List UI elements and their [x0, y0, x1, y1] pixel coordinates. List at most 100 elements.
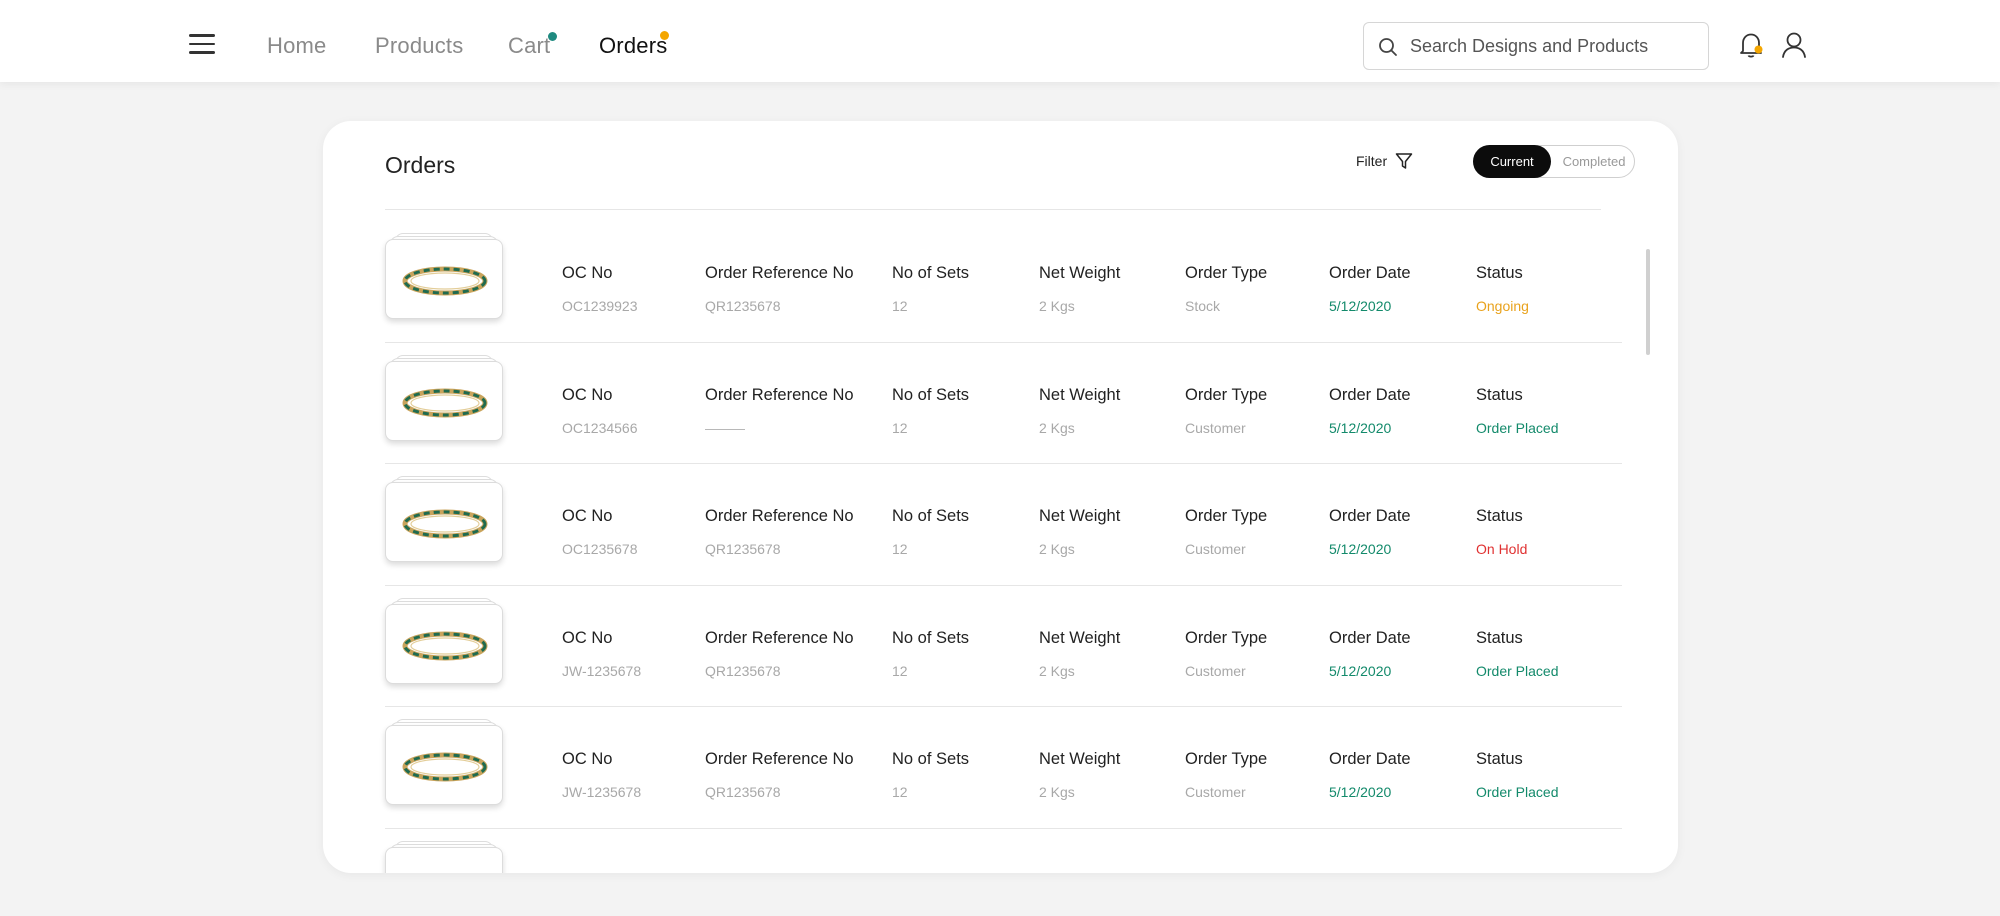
orders-list: OC No OC1239923 Order Reference No QR12356… [385, 221, 1622, 873]
sets-label: No of Sets [892, 385, 970, 404]
net-weight-value: 2 Kgs [1039, 662, 1075, 679]
search-box[interactable] [1363, 22, 1709, 70]
toggle-current[interactable]: Current [1473, 145, 1551, 178]
oc-no-value: OC1235678 [562, 541, 638, 557]
hamburger-menu-icon[interactable] [189, 34, 215, 56]
status-label: Status [1476, 264, 1523, 282]
top-navigation-bar: Home Products Cart Orders [0, 0, 2000, 82]
status-badge: Order Placed [1476, 419, 1559, 436]
order-type-label: Order Type [1185, 628, 1268, 647]
order-row[interactable]: OC No OC1235678 Order Reference No QR12356… [385, 464, 1622, 586]
filter-button[interactable]: Filter [1356, 152, 1413, 170]
order-ref-value: QR1235678 [705, 298, 781, 314]
oc-no-label: OC No [562, 628, 613, 647]
scrollbar-thumb[interactable] [1646, 249, 1650, 355]
order-row[interactable]: OC No OC1234566 Order Reference No No of … [385, 343, 1622, 464]
oc-no-value: JW-1235678 [562, 662, 642, 679]
bell-icon [1740, 33, 1763, 58]
net-weight-value: 2 Kgs [1039, 419, 1075, 436]
bangle-icon [402, 631, 488, 660]
order-ref-label: Order Reference No [705, 385, 854, 404]
order-date-label: Order Date [1329, 264, 1411, 282]
net-weight-value: 2 Kgs [1039, 298, 1075, 314]
order-type-value: Stock [1185, 298, 1221, 314]
order-row[interactable]: OC No Order Reference No No of Sets Net … [385, 829, 1622, 874]
status-badge: On Hold [1476, 541, 1528, 557]
product-thumbnail [385, 719, 503, 805]
page-title: Orders [385, 152, 456, 178]
status-label: Status [1476, 750, 1523, 768]
header-divider [385, 209, 1601, 210]
order-type-value: Customer [1185, 419, 1246, 436]
notifications-button[interactable] [1738, 31, 1764, 64]
net-weight-value: 2 Kgs [1039, 541, 1075, 557]
order-type-value: Customer [1185, 541, 1246, 557]
nav-link-cart[interactable]: Cart [508, 33, 550, 59]
sets-label: No of Sets [892, 507, 970, 525]
order-ref-empty-dash [705, 428, 745, 430]
bangle-icon [402, 266, 488, 296]
product-thumbnail [385, 354, 503, 441]
user-profile-button[interactable] [1781, 31, 1807, 64]
nav-link-home[interactable]: Home [267, 33, 327, 59]
user-icon [1782, 32, 1806, 58]
order-date-label: Order Date [1329, 750, 1411, 768]
order-type-value: Customer [1185, 662, 1246, 679]
oc-no-value: OC1234566 [562, 419, 638, 436]
order-ref-label: Order Reference No [705, 750, 854, 768]
oc-no-value: OC1239923 [562, 298, 638, 314]
product-thumbnail [385, 233, 503, 319]
net-weight-label: Net Weight [1039, 872, 1120, 874]
nav-link-orders[interactable]: Orders [599, 33, 667, 59]
net-weight-label: Net Weight [1039, 507, 1121, 525]
cart-badge-dot [548, 32, 557, 41]
current-completed-toggle[interactable]: Current Completed [1473, 145, 1635, 178]
order-row[interactable]: OC No OC1239923 Order Reference No QR12356… [385, 221, 1622, 343]
sets-label: No of Sets [892, 750, 970, 768]
order-type-label: Order Type [1185, 750, 1268, 768]
toggle-completed[interactable]: Completed [1554, 145, 1634, 178]
order-ref-label: Order Reference No [705, 264, 854, 282]
oc-no-value: JW-1235678 [562, 784, 642, 800]
net-weight-value: 2 Kgs [1039, 784, 1075, 800]
status-badge: Order Placed [1476, 784, 1559, 800]
oc-no-label: OC No [562, 872, 612, 874]
order-type-label: Order Type [1185, 872, 1267, 874]
net-weight-label: Net Weight [1039, 750, 1121, 768]
sets-value: 12 [892, 662, 908, 679]
search-input[interactable] [1410, 33, 1700, 59]
oc-no-label: OC No [562, 385, 613, 404]
order-ref-label: Order Reference No [705, 872, 854, 874]
order-date-value: 5/12/2020 [1329, 541, 1392, 557]
bangle-icon [400, 872, 490, 874]
oc-no-label: OC No [562, 750, 613, 768]
bangle-icon [402, 388, 488, 417]
product-thumbnail [385, 476, 503, 562]
net-weight-label: Net Weight [1039, 264, 1121, 282]
status-label: Status [1476, 385, 1523, 404]
order-row[interactable]: OC No JW-1235678 Order Reference No QR1235… [385, 707, 1622, 829]
filter-funnel-icon [1395, 153, 1413, 169]
order-ref-label: Order Reference No [705, 628, 854, 647]
net-weight-label: Net Weight [1039, 385, 1121, 404]
orders-card: Orders Filter Current Completed OC No OC1… [323, 121, 1678, 873]
order-ref-value: QR1235678 [705, 541, 781, 557]
oc-no-label: OC No [562, 264, 613, 282]
sets-label: No of Sets [892, 872, 969, 874]
order-date-value: 5/12/2020 [1329, 419, 1392, 436]
sets-label: No of Sets [892, 264, 970, 282]
product-thumbnail [385, 840, 503, 874]
order-date-label: Order Date [1329, 872, 1411, 874]
order-ref-value: QR1235678 [705, 784, 781, 800]
order-date-value: 5/12/2020 [1329, 298, 1392, 314]
sets-value: 12 [892, 419, 908, 436]
nav-link-products[interactable]: Products [375, 33, 463, 59]
order-type-label: Order Type [1185, 264, 1268, 282]
status-badge: Ongoing [1476, 298, 1529, 314]
order-row[interactable]: OC No JW-1235678 Order Reference No QR1235… [385, 586, 1622, 707]
order-date-label: Order Date [1329, 507, 1411, 525]
bangle-icon [402, 752, 488, 782]
search-icon [1379, 38, 1397, 56]
order-type-label: Order Type [1185, 507, 1268, 525]
bangle-icon [402, 509, 488, 539]
